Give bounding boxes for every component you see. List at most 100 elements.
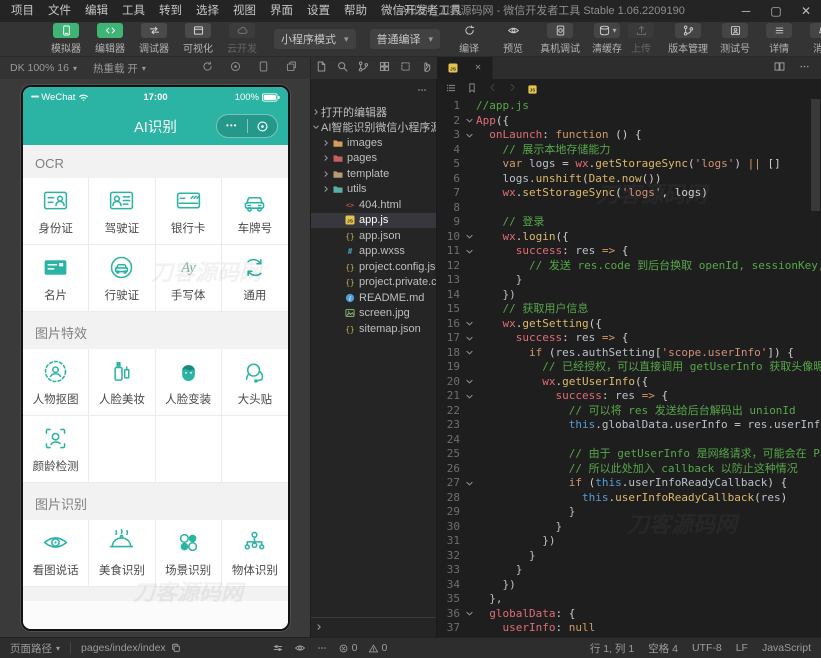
close-button[interactable]: ✕: [791, 0, 821, 22]
menu-item-1[interactable]: 文件: [41, 0, 78, 22]
tree-item-template[interactable]: template: [311, 166, 436, 182]
select-1[interactable]: 普通编译▾: [370, 29, 441, 49]
status-right-3[interactable]: LF: [736, 641, 748, 656]
maximize-button[interactable]: ▢: [761, 0, 791, 22]
toggle-code[interactable]: 编辑器: [92, 23, 128, 55]
action-cache[interactable]: ▾清缓存: [590, 23, 624, 55]
action-bell[interactable]: 消息: [806, 23, 821, 55]
menu-item-3[interactable]: 工具: [115, 0, 152, 22]
menu-item-8[interactable]: 设置: [300, 0, 337, 22]
tree-item-utils[interactable]: utils: [311, 182, 436, 198]
tab-appjs[interactable]: JS: [438, 57, 493, 79]
feature-costume[interactable]: 人脸变装: [156, 349, 222, 416]
action-lines[interactable]: 详情: [762, 23, 796, 55]
editor-scrollbar[interactable]: [811, 99, 820, 211]
sim-record-button[interactable]: [229, 60, 242, 76]
menu-item-5[interactable]: 选择: [189, 0, 226, 22]
error-count[interactable]: 0: [338, 642, 358, 654]
feature-object[interactable]: 物体识别: [222, 520, 288, 587]
sim-frame-button[interactable]: [257, 60, 270, 76]
preview-eye-button[interactable]: [294, 642, 306, 654]
tree-item-screen.jpg[interactable]: screen.jpg: [311, 306, 436, 322]
nav-forward-button[interactable]: [507, 82, 518, 96]
outline-section[interactable]: [311, 617, 436, 637]
nav-back-button[interactable]: [487, 82, 498, 96]
status-more-button[interactable]: [316, 642, 328, 654]
feature-sticker[interactable]: 大头贴: [222, 349, 288, 416]
explorer-more-button[interactable]: [416, 84, 428, 99]
tree-item-images[interactable]: images: [311, 135, 436, 151]
explorer-hand-button[interactable]: [420, 60, 433, 76]
feature-idcard[interactable]: 身份证: [23, 178, 89, 245]
editor-split-button[interactable]: [773, 60, 786, 76]
explorer-grid4-button[interactable]: [378, 60, 391, 76]
feature-vehicle[interactable]: 行驶证: [89, 245, 155, 312]
toggle-cloud[interactable]: 云开发: [224, 23, 260, 55]
sim-windows-button[interactable]: [285, 60, 298, 76]
tree-item-app.js[interactable]: JSapp.js: [311, 213, 436, 229]
toggle-debug[interactable]: 调试器: [136, 23, 172, 55]
menu-item-7[interactable]: 界面: [263, 0, 300, 22]
hot-reload-toggle[interactable]: 热重载 开 ▾: [93, 61, 146, 76]
tree-item-sitemap.json[interactable]: {}sitemap.json: [311, 321, 436, 337]
bookmark-button[interactable]: [466, 82, 478, 97]
feature-driver[interactable]: 驾驶证: [89, 178, 155, 245]
action-compile[interactable]: 编译: [452, 23, 486, 55]
tree-item-project.private.config.js...[interactable]: {}project.private.config.js...: [311, 275, 436, 291]
feature-scene[interactable]: 场景识别: [156, 520, 222, 587]
action-devdebug[interactable]: 真机调试: [540, 23, 580, 55]
menu-item-2[interactable]: 编辑: [78, 0, 115, 22]
device-selector[interactable]: DK 100% 16 ▾: [10, 62, 77, 74]
status-right-4[interactable]: JavaScript: [762, 641, 811, 656]
menu-item-0[interactable]: 项目: [4, 0, 41, 22]
menu-item-6[interactable]: 视图: [226, 0, 263, 22]
menu-item-9[interactable]: 帮助: [337, 0, 374, 22]
explorer-boxsel-button[interactable]: [399, 60, 412, 76]
feature-makeup[interactable]: 人脸美妆: [89, 349, 155, 416]
feature-caption[interactable]: 看图说话: [23, 520, 89, 587]
breadcrumb[interactable]: JS: [527, 84, 550, 95]
warning-count[interactable]: 0: [368, 642, 388, 654]
page-path-dropdown[interactable]: 页面路径 ▾: [10, 641, 60, 656]
feature-cutout[interactable]: 人物抠图: [23, 349, 89, 416]
feature-age[interactable]: 颜龄检测: [23, 416, 89, 483]
vconsole-button[interactable]: [272, 642, 284, 654]
capsule-more-icon[interactable]: •••: [217, 114, 247, 138]
feature-namecard[interactable]: 名片: [23, 245, 89, 312]
action-eye[interactable]: 预览: [496, 23, 530, 55]
menu-item-4[interactable]: 转到: [152, 0, 189, 22]
tree-item-app.json[interactable]: {}app.json: [311, 228, 436, 244]
code-area[interactable]: 1//app.js2App({3 onLaunch: function () {…: [437, 99, 821, 637]
action-upload[interactable]: 上传: [624, 23, 658, 55]
tree-item-app.wxss[interactable]: #app.wxss: [311, 244, 436, 260]
toggle-viz[interactable]: 可视化: [180, 23, 216, 55]
sim-rotate-button[interactable]: [201, 60, 214, 76]
explorer-search-button[interactable]: [336, 60, 349, 76]
status-right-2[interactable]: UTF-8: [692, 641, 722, 656]
feature-food[interactable]: 美食识别: [89, 520, 155, 587]
page-path[interactable]: pages/index/index: [81, 642, 182, 654]
feature-bankcard[interactable]: 银行卡: [156, 178, 222, 245]
feature-general[interactable]: 通用: [222, 245, 288, 312]
capsule-exit-icon[interactable]: [248, 120, 278, 133]
feature-handwrite[interactable]: Ay手写体: [156, 245, 222, 312]
select-0[interactable]: 小程序模式▾: [274, 29, 356, 49]
minimize-button[interactable]: ─: [731, 0, 761, 22]
explorer-fileplus-button[interactable]: [315, 60, 328, 76]
tree-item-[interactable]: 打开的编辑器: [311, 104, 436, 120]
status-right-0[interactable]: 行 1, 列 1: [590, 641, 634, 656]
tree-item-AI[interactable]: AI智能识别微信小程序源码: [311, 120, 436, 136]
action-branch[interactable]: 版本管理: [668, 23, 708, 55]
tree-item-pages[interactable]: pages: [311, 151, 436, 167]
explorer-gitbranch-button[interactable]: [357, 60, 370, 76]
tree-item-project.config.json[interactable]: {}project.config.json: [311, 259, 436, 275]
tree-item-404.html[interactable]: <>404.html: [311, 197, 436, 213]
action-badge[interactable]: 测试号: [718, 23, 752, 55]
toggle-sim[interactable]: 模拟器: [48, 23, 84, 55]
capsule-menu[interactable]: •••: [216, 114, 278, 138]
tab-close-icon[interactable]: [473, 62, 483, 75]
outline-toggle-button[interactable]: [445, 82, 457, 97]
tree-item-README.md[interactable]: iREADME.md: [311, 290, 436, 306]
status-right-1[interactable]: 空格 4: [648, 641, 678, 656]
editor-more-button[interactable]: [798, 60, 811, 76]
